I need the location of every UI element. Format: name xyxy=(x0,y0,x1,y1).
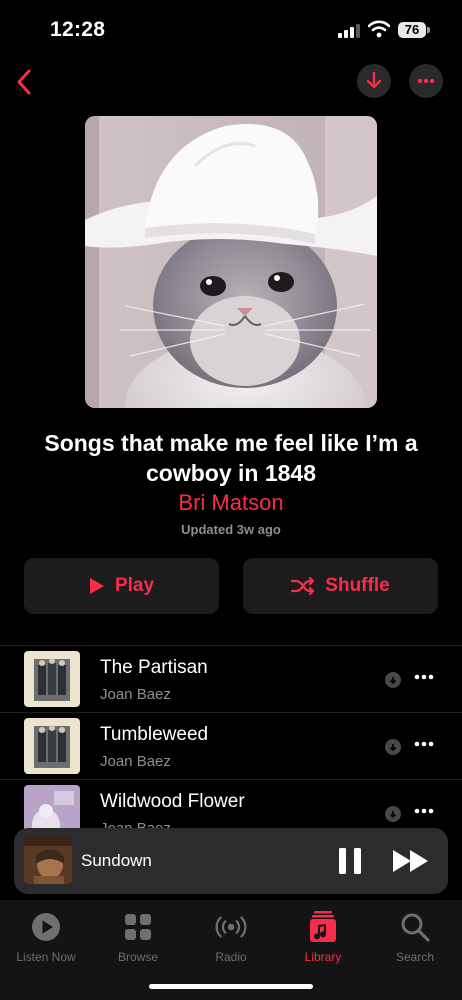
tab-label: Search xyxy=(395,950,435,964)
cellular-signal-icon xyxy=(338,24,360,38)
home-indicator[interactable] xyxy=(149,984,313,989)
now-playing-artwork xyxy=(24,836,72,884)
track-more-button[interactable] xyxy=(414,804,438,818)
battery-indicator: 76 xyxy=(398,22,426,38)
play-button[interactable]: Play xyxy=(24,558,219,614)
downloaded-icon xyxy=(385,739,401,755)
play-icon xyxy=(89,578,104,594)
tab-label: Listen Now xyxy=(16,950,76,964)
pause-button[interactable] xyxy=(337,846,363,876)
ellipsis-icon xyxy=(414,808,434,814)
wifi-icon xyxy=(368,20,390,38)
downloaded-icon xyxy=(385,806,401,822)
music-library-icon xyxy=(310,911,336,942)
track-list: The Partisan Joan Baez Tumbleweed Joan B… xyxy=(0,645,462,846)
ellipsis-icon xyxy=(417,78,435,84)
pause-icon xyxy=(339,848,361,874)
fast-forward-button[interactable] xyxy=(392,848,430,874)
search-icon xyxy=(401,913,430,942)
fast-forward-icon xyxy=(393,850,428,872)
radio-waves-icon xyxy=(215,916,247,938)
track-title: Wildwood Flower xyxy=(100,791,245,812)
playlist-cover-art xyxy=(85,116,377,408)
shuffle-button-label: Shuffle xyxy=(325,575,390,596)
play-circle-icon xyxy=(32,913,60,941)
tab-library[interactable]: Library xyxy=(277,910,369,964)
grid-icon xyxy=(125,914,151,940)
tab-label: Library xyxy=(304,950,342,964)
ellipsis-icon xyxy=(414,741,434,747)
track-artist: Joan Baez xyxy=(100,753,171,770)
cat-cowboy-hat-image xyxy=(85,116,377,408)
tab-browse[interactable]: Browse xyxy=(92,910,184,964)
track-more-button[interactable] xyxy=(414,737,438,751)
track-album-art xyxy=(24,651,80,707)
back-button[interactable] xyxy=(6,64,42,100)
status-time: 12:28 xyxy=(50,18,106,41)
playlist-title: Songs that make me feel like I’m a cowbo… xyxy=(44,430,418,486)
more-options-button[interactable] xyxy=(409,64,443,98)
play-button-label: Play xyxy=(114,575,155,596)
tab-label: Radio xyxy=(215,950,247,964)
chevron-left-icon xyxy=(17,69,31,95)
track-album-art xyxy=(24,718,80,774)
now-playing-title: Sundown xyxy=(81,851,152,870)
shuffle-icon xyxy=(291,577,315,595)
track-more-button[interactable] xyxy=(414,670,438,684)
mini-player[interactable]: Sundown xyxy=(14,828,448,894)
track-title: Tumbleweed xyxy=(100,724,209,745)
playlist-curator-link[interactable]: Bri Matson xyxy=(0,490,462,516)
ellipsis-icon xyxy=(414,674,434,680)
battery-nub xyxy=(427,27,430,33)
track-title: The Partisan xyxy=(100,657,208,678)
playlist-updated-label: Updated 3w ago xyxy=(181,522,281,537)
tab-search[interactable]: Search xyxy=(369,910,461,964)
track-row[interactable]: The Partisan Joan Baez xyxy=(0,645,462,712)
tab-radio[interactable]: Radio xyxy=(185,910,277,964)
shuffle-button[interactable]: Shuffle xyxy=(243,558,438,614)
tab-listen-now[interactable]: Listen Now xyxy=(0,910,92,964)
downloaded-icon xyxy=(385,672,401,688)
tab-label: Browse xyxy=(117,950,158,964)
download-button[interactable] xyxy=(357,64,391,98)
track-artist: Joan Baez xyxy=(100,686,171,703)
track-row[interactable]: Tumbleweed Joan Baez xyxy=(0,712,462,779)
status-bar: 12:28 76 xyxy=(0,0,462,60)
download-arrow-icon xyxy=(366,72,382,89)
